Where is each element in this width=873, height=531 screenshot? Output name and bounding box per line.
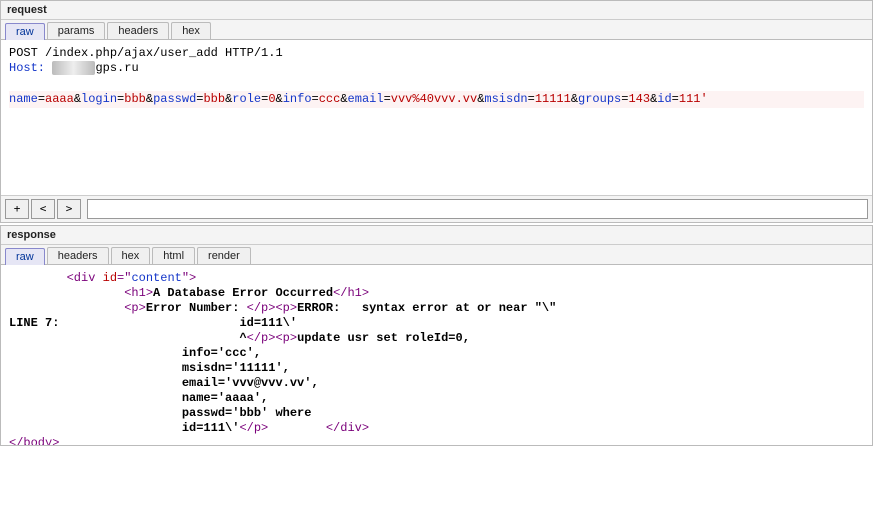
http-version: HTTP/1.1 (225, 46, 283, 60)
next-match-button[interactable]: > (57, 199, 81, 219)
param-val: ccc (319, 92, 341, 106)
tag-div-close: </div> (326, 421, 369, 435)
search-input[interactable] (87, 199, 868, 219)
param-val: 11111 (535, 92, 571, 106)
request-tabs: raw params headers hex (1, 20, 872, 40)
tab-html[interactable]: html (152, 247, 195, 264)
err-msg1: ERROR: syntax error at or near "\" (297, 301, 556, 315)
pad (9, 331, 232, 345)
header-host-label: Host: (9, 61, 45, 75)
sql-email: email='vvv@vvv.vv', (182, 376, 319, 390)
tag-p-open: <p> (124, 301, 146, 315)
pad (9, 376, 182, 390)
param-val: bbb (203, 92, 225, 106)
sql-name: name='aaaa', (182, 391, 268, 405)
pad (9, 301, 124, 315)
tab-headers[interactable]: headers (47, 247, 109, 264)
request-raw-content[interactable]: POST /index.php/ajax/user_add HTTP/1.1 H… (1, 40, 872, 195)
param-name: id (657, 92, 671, 106)
add-match-button[interactable]: + (5, 199, 29, 219)
param-val: 143 (628, 92, 650, 106)
param-val: bbb (124, 92, 146, 106)
tag-p-close: </p> (247, 301, 276, 315)
tab-hex[interactable]: hex (111, 247, 151, 264)
h1-text: A Database Error Occurred (153, 286, 333, 300)
tag-eq: =" (117, 271, 131, 285)
sql-msisdn: msisdn='11111', (182, 361, 290, 375)
err-num-label: Error Number: (146, 301, 247, 315)
sql-info: info='ccc', (182, 346, 261, 360)
sql-passwd: passwd='bbb' where (182, 406, 312, 420)
pad (9, 271, 67, 285)
pad (9, 361, 182, 375)
tag-p-open: <p> (275, 301, 297, 315)
response-tabs: raw headers hex html render (1, 245, 872, 265)
tag-h1-open: <h1> (124, 286, 153, 300)
http-path: /index.php/ajax/user_add (45, 46, 218, 60)
pad (9, 421, 182, 435)
response-raw-content[interactable]: <div id="content"> <h1>A Database Error … (1, 265, 872, 445)
param-val: 0 (268, 92, 275, 106)
tag-p-close: </p> (239, 421, 268, 435)
sql-update: update usr set roleId=0, (297, 331, 470, 345)
tab-render[interactable]: render (197, 247, 251, 264)
tag-div-open: <div (67, 271, 103, 285)
tab-params[interactable]: params (47, 22, 106, 39)
param-val: aaaa (45, 92, 74, 106)
request-body: name=aaaa&login=bbb&passwd=bbb&role=0&in… (9, 91, 864, 108)
tag-p-open: <p> (275, 331, 297, 345)
param-name: groups (578, 92, 621, 106)
tag-h1-close: </h1> (333, 286, 369, 300)
tag-p-close: </p> (247, 331, 276, 345)
pad (9, 406, 182, 420)
pad (9, 286, 124, 300)
pad (59, 316, 239, 330)
param-val: 111' (679, 92, 708, 106)
param-name: login (81, 92, 117, 106)
pad (9, 391, 182, 405)
line7-label: LINE 7: (9, 316, 59, 330)
param-name: info (283, 92, 312, 106)
sql-id: id=111\' (182, 421, 240, 435)
tab-headers[interactable]: headers (107, 22, 169, 39)
host-redacted: xxxxxx (52, 61, 95, 75)
param-name: role (232, 92, 261, 106)
response-title: response (1, 226, 872, 245)
prev-match-button[interactable]: < (31, 199, 55, 219)
param-name: msisdn (484, 92, 527, 106)
tab-hex[interactable]: hex (171, 22, 211, 39)
request-button-row: + < > (1, 195, 872, 222)
tab-raw[interactable]: raw (5, 23, 45, 40)
caret: ^ (239, 331, 246, 345)
param-name: email (348, 92, 384, 106)
attr-id: id (103, 271, 117, 285)
param-name: passwd (153, 92, 196, 106)
tag-close: "> (182, 271, 196, 285)
request-title: request (1, 1, 872, 20)
http-method: POST (9, 46, 38, 60)
param-val: vvv%40vvv.vv (391, 92, 477, 106)
response-panel: response raw headers hex html render <di… (0, 225, 873, 446)
tag-body-close: </body> (9, 436, 59, 445)
pad (9, 346, 182, 360)
tab-raw[interactable]: raw (5, 248, 45, 265)
attr-val: content (131, 271, 181, 285)
param-name: name (9, 92, 38, 106)
request-panel: request raw params headers hex POST /ind… (0, 0, 873, 223)
err-msg2: id=111\' (239, 316, 297, 330)
host-suffix: gps.ru (95, 61, 138, 75)
